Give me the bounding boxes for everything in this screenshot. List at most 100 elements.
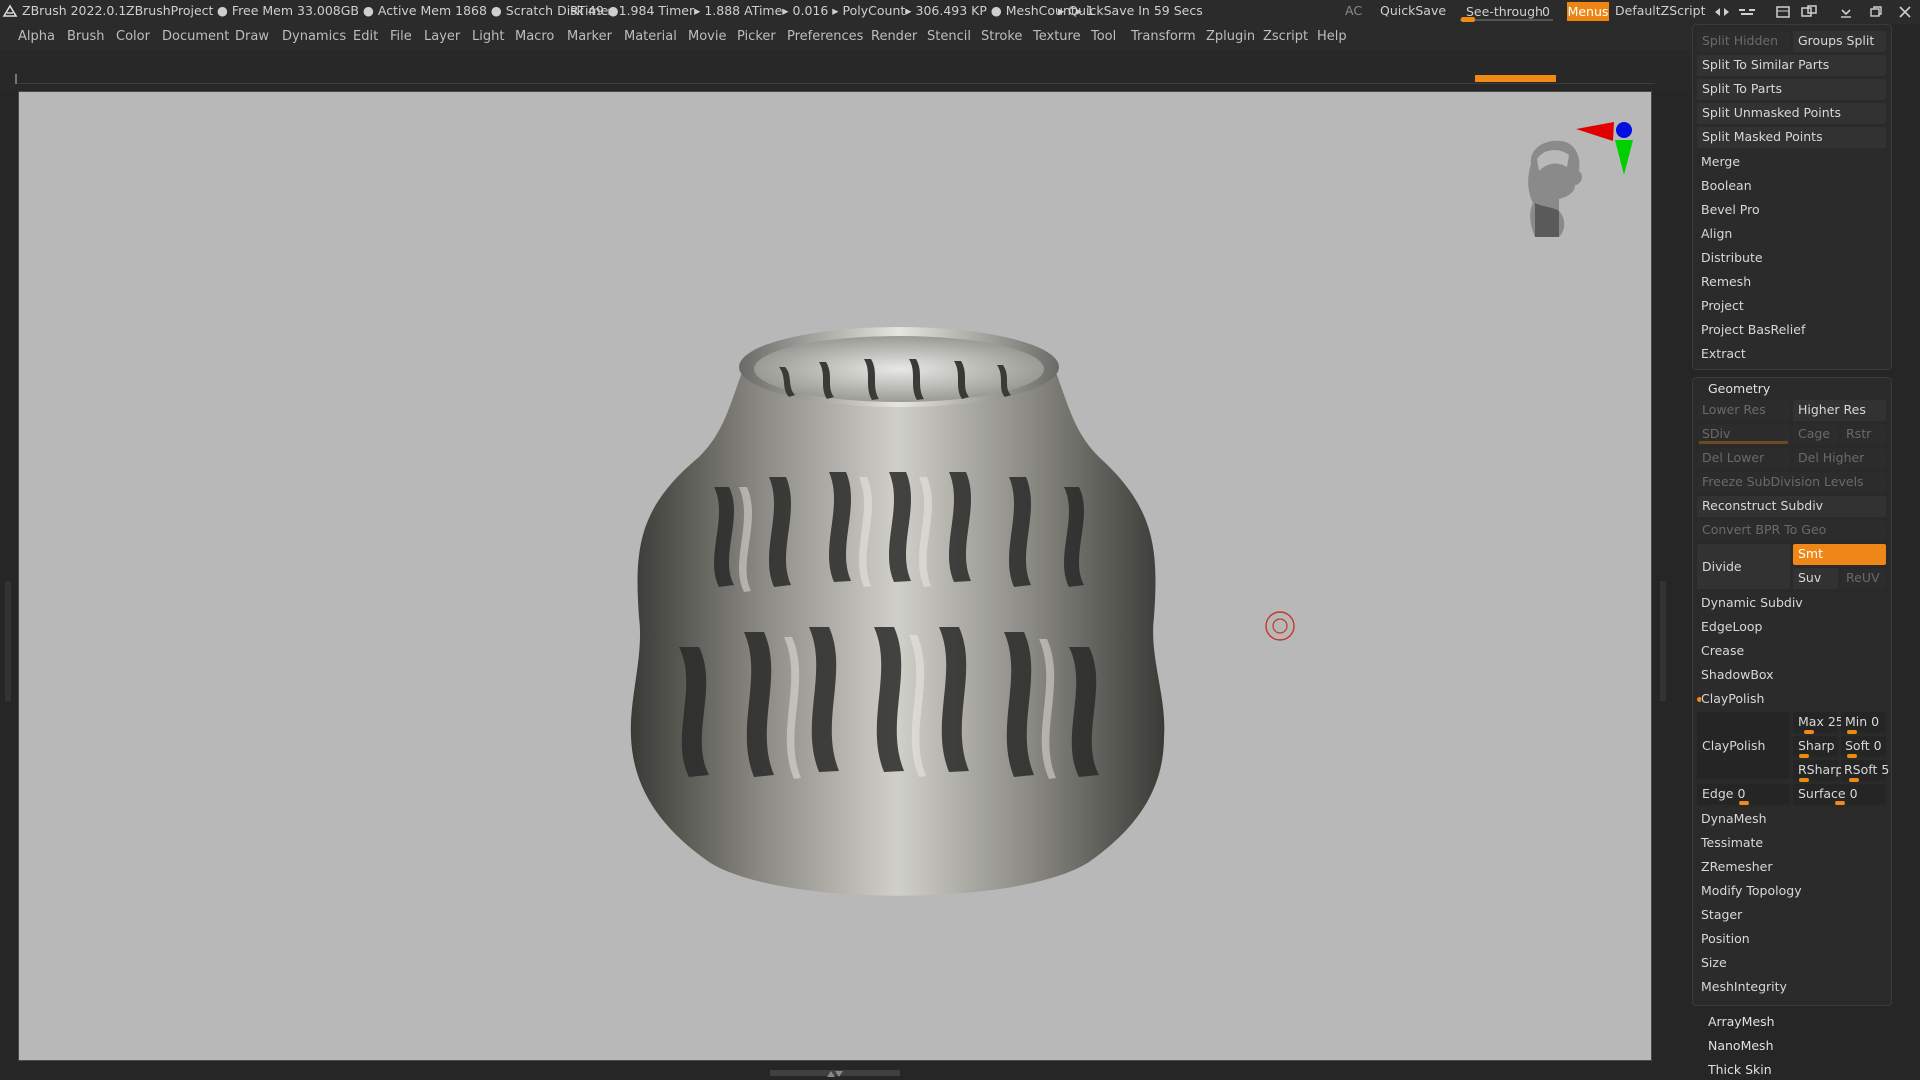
menu-render[interactable]: Render	[871, 24, 917, 50]
mirror-arrows-icon[interactable]	[1737, 4, 1757, 20]
minimize-icon[interactable]	[1836, 4, 1856, 20]
reconstruct-subdiv-button[interactable]: Reconstruct Subdiv	[1697, 496, 1886, 517]
menu-preferences[interactable]: Preferences	[787, 24, 863, 50]
menu-file[interactable]: File	[390, 24, 412, 50]
rstr-button[interactable]: Rstr	[1841, 424, 1886, 445]
menu-edit[interactable]: Edit	[353, 24, 378, 50]
menu-zscript[interactable]: Zscript	[1263, 24, 1308, 50]
claypolish-button[interactable]: ClayPolish	[1697, 712, 1790, 779]
merge-section[interactable]: Merge	[1701, 151, 1891, 173]
zremesher-section[interactable]: ZRemesher	[1701, 856, 1891, 878]
suv-toggle[interactable]: Suv	[1793, 568, 1838, 589]
restore-icon[interactable]	[1866, 4, 1886, 20]
dynamesh-section[interactable]: DynaMesh	[1701, 808, 1891, 830]
bevel-pro-section[interactable]: Bevel Pro	[1701, 199, 1891, 221]
menu-macro[interactable]: Macro	[515, 24, 554, 50]
position-section[interactable]: Position	[1701, 928, 1891, 950]
menu-stroke[interactable]: Stroke	[981, 24, 1022, 50]
arraymesh-section[interactable]: ArrayMesh	[1708, 1014, 1775, 1029]
ac-toggle[interactable]: AC	[1345, 0, 1362, 22]
project-basrelief-section[interactable]: Project BasRelief	[1701, 319, 1891, 341]
convert-bpr-button[interactable]: Convert BPR To Geo	[1697, 520, 1886, 541]
menu-help[interactable]: Help	[1317, 24, 1347, 50]
default-zscript-button[interactable]: DefaultZScript	[1615, 0, 1706, 22]
menu-zplugin[interactable]: Zplugin	[1206, 24, 1255, 50]
menu-document[interactable]: Document	[162, 24, 229, 50]
split-hidden-button[interactable]: Split Hidden	[1697, 31, 1790, 52]
menu-picker[interactable]: Picker	[737, 24, 776, 50]
close-icon[interactable]	[1895, 4, 1915, 20]
dynamic-subdiv-section[interactable]: Dynamic Subdiv	[1701, 592, 1891, 614]
divide-button[interactable]: Divide	[1697, 544, 1790, 589]
menu-light[interactable]: Light	[472, 24, 504, 50]
lower-res-button[interactable]: Lower Res	[1697, 400, 1790, 421]
navigation-head-gizmo[interactable]	[1509, 119, 1654, 259]
vase-mesh[interactable]	[619, 317, 1179, 907]
del-higher-button[interactable]: Del Higher	[1793, 448, 1886, 469]
menu-texture[interactable]: Texture	[1033, 24, 1081, 50]
smt-toggle[interactable]: Smt	[1793, 544, 1886, 565]
menu-marker[interactable]: Marker	[567, 24, 612, 50]
nanomesh-section[interactable]: NanoMesh	[1708, 1038, 1774, 1053]
expand-arrows-icon[interactable]	[825, 1069, 845, 1078]
max-slider[interactable]: Max 25	[1793, 712, 1844, 733]
boolean-section[interactable]: Boolean	[1701, 175, 1891, 197]
edgeloop-section[interactable]: EdgeLoop	[1701, 616, 1891, 638]
menu-color[interactable]: Color	[116, 24, 150, 50]
del-lower-button[interactable]: Del Lower	[1697, 448, 1790, 469]
reuv-button[interactable]: ReUV	[1841, 568, 1886, 589]
cage-button[interactable]: Cage	[1793, 424, 1838, 445]
stager-section[interactable]: Stager	[1701, 904, 1891, 926]
rsharp-knob[interactable]	[1799, 778, 1809, 782]
max-knob[interactable]	[1804, 730, 1814, 734]
thick-skin-section[interactable]: Thick Skin	[1708, 1062, 1772, 1077]
size-section[interactable]: Size	[1701, 952, 1891, 974]
align-section[interactable]: Align	[1701, 223, 1891, 245]
freeze-subdivision-button[interactable]: Freeze SubDivision Levels	[1697, 472, 1886, 493]
crease-section[interactable]: Crease	[1701, 640, 1891, 662]
menu-stencil[interactable]: Stencil	[927, 24, 971, 50]
menu-draw[interactable]: Draw	[235, 24, 269, 50]
menu-alpha[interactable]: Alpha	[18, 24, 55, 50]
see-through-slider[interactable]: See-through 0	[1460, 1, 1553, 22]
menu-brush[interactable]: Brush	[67, 24, 105, 50]
see-through-knob[interactable]	[1461, 17, 1475, 22]
distribute-section[interactable]: Distribute	[1701, 247, 1891, 269]
shadowbox-section[interactable]: ShadowBox	[1701, 664, 1891, 686]
right-tray-handle[interactable]	[1660, 581, 1666, 701]
tessimate-section[interactable]: Tessimate	[1701, 832, 1891, 854]
layout-icon[interactable]	[1773, 4, 1793, 20]
edge-knob[interactable]	[1739, 801, 1749, 805]
split-masked-points-button[interactable]: Split Masked Points	[1697, 127, 1886, 148]
split-to-parts-button[interactable]: Split To Parts	[1697, 79, 1886, 100]
rsoft-slider[interactable]: RSoft 5	[1841, 760, 1889, 781]
menu-dynamics[interactable]: Dynamics	[282, 24, 346, 50]
menu-transform[interactable]: Transform	[1131, 24, 1196, 50]
min-knob[interactable]	[1847, 730, 1857, 734]
geometry-title[interactable]: Geometry	[1708, 381, 1770, 396]
project-section[interactable]: Project	[1701, 295, 1891, 317]
quicksave-button[interactable]: QuickSave	[1380, 0, 1446, 22]
groups-split-button[interactable]: Groups Split	[1793, 31, 1886, 52]
menu-tool[interactable]: Tool	[1091, 24, 1116, 50]
split-similar-parts-button[interactable]: Split To Similar Parts	[1697, 55, 1886, 76]
claypolish-section[interactable]: ClayPolish	[1701, 688, 1891, 710]
menu-layer[interactable]: Layer	[424, 24, 460, 50]
sharp-knob[interactable]	[1799, 754, 1809, 758]
canvas-viewport[interactable]	[18, 91, 1652, 1061]
menu-material[interactable]: Material	[624, 24, 677, 50]
surface-knob[interactable]	[1835, 801, 1845, 805]
menus-button[interactable]: Menus	[1567, 2, 1609, 21]
menu-movie[interactable]: Movie	[688, 24, 726, 50]
layout-alt-icon[interactable]	[1799, 4, 1819, 20]
rsoft-knob[interactable]	[1849, 778, 1859, 782]
soft-knob[interactable]	[1847, 754, 1857, 758]
arrows-icon[interactable]	[1712, 4, 1732, 20]
left-tray-handle[interactable]	[5, 581, 11, 701]
meshintegrity-section[interactable]: MeshIntegrity	[1701, 976, 1891, 998]
split-unmasked-points-button[interactable]: Split Unmasked Points	[1697, 103, 1886, 124]
higher-res-button[interactable]: Higher Res	[1793, 400, 1886, 421]
extract-section[interactable]: Extract	[1701, 343, 1891, 365]
modify-topology-section[interactable]: Modify Topology	[1701, 880, 1891, 902]
remesh-section[interactable]: Remesh	[1701, 271, 1891, 293]
